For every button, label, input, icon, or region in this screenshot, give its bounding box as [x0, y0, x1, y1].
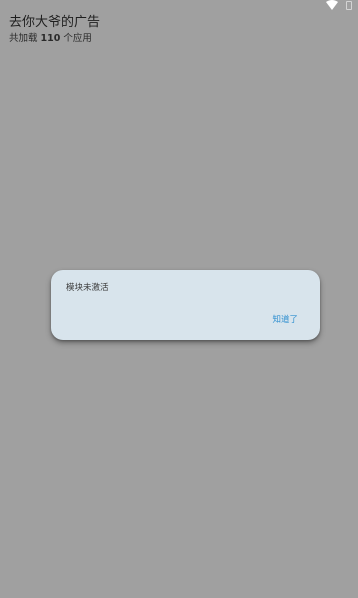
battery-icon	[346, 1, 352, 10]
app-screen: 去你大爷的广告 共加载 110 个应用 模块未激活 知道了	[0, 0, 358, 598]
status-bar	[298, 0, 358, 12]
page-title: 去你大爷的广告	[9, 15, 101, 30]
wifi-icon	[326, 0, 338, 10]
summary-prefix: 共加载	[9, 33, 41, 44]
got-it-button[interactable]: 知道了	[272, 313, 298, 325]
dialog-message: 模块未激活	[66, 283, 109, 293]
module-not-active-dialog: 模块未激活 知道了	[51, 270, 320, 340]
app-header: 去你大爷的广告 共加载 110 个应用	[9, 14, 309, 45]
loaded-apps-summary: 共加载 110 个应用	[9, 32, 309, 45]
summary-suffix: 个应用	[60, 33, 92, 44]
loaded-apps-count: 110	[40, 33, 61, 44]
